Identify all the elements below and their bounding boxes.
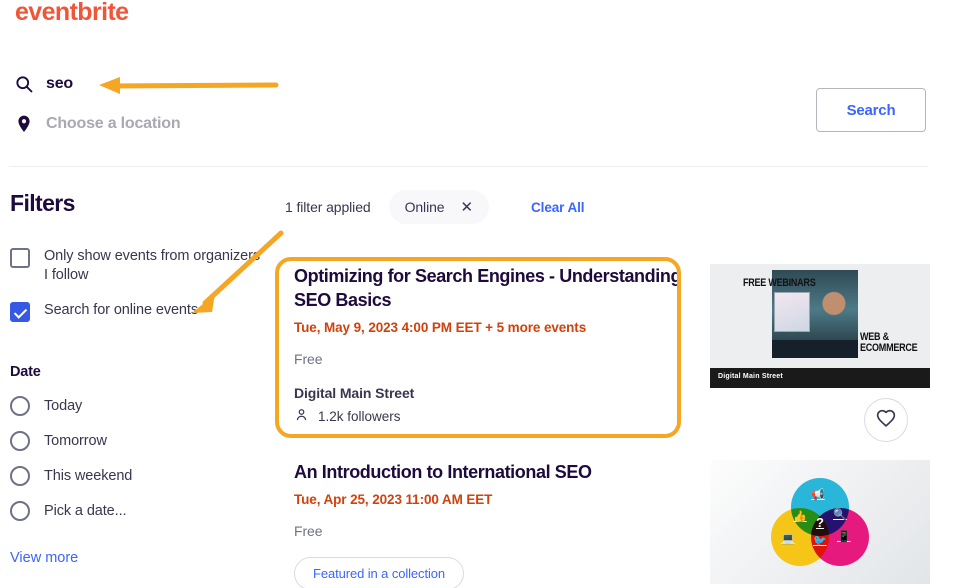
search-button[interactable]: Search xyxy=(816,88,926,132)
thumbs-up-icon: 👍 xyxy=(793,512,807,523)
event-media: 📢 👍 🔍 💻 🐦 📱 ? xyxy=(710,460,930,588)
eventbrite-search-results-page: eventbrite seo Choose a location Search … xyxy=(0,0,967,588)
thumbnail-headline-top: FREE WEBINARS xyxy=(743,278,815,289)
event-title[interactable]: Optimizing for Search Engines - Understa… xyxy=(294,264,685,312)
view-more-link[interactable]: View more xyxy=(10,550,78,566)
search-results: 1 filter applied Online ✕ Clear All Opti… xyxy=(285,190,930,588)
location-input[interactable]: Choose a location xyxy=(46,115,180,133)
event-info: An Introduction to International SEO Tue… xyxy=(285,460,685,588)
radio-button[interactable] xyxy=(10,501,30,521)
event-organizer[interactable]: Digital Main Street xyxy=(294,385,685,401)
checkbox-checked[interactable] xyxy=(10,302,30,322)
megaphone-icon: 📢 xyxy=(811,490,825,501)
header-divider xyxy=(9,166,928,167)
event-card[interactable]: An Introduction to International SEO Tue… xyxy=(285,460,930,588)
radio-button[interactable] xyxy=(10,466,30,486)
filters-title: Filters xyxy=(10,190,260,217)
filter-checkbox-organizers-i-follow[interactable]: Only show events from organizers I follo… xyxy=(10,247,260,285)
event-title[interactable]: An Introduction to International SEO xyxy=(294,460,685,484)
search-bar: seo Choose a location Search xyxy=(0,66,967,164)
applied-filters-bar: 1 filter applied Online ✕ Clear All xyxy=(285,190,930,224)
event-list: Optimizing for Search Engines - Understa… xyxy=(285,264,930,588)
person-icon xyxy=(294,407,309,425)
map-pin-icon xyxy=(14,114,34,134)
filters-sidebar: Filters Only show events from organizers… xyxy=(10,190,260,567)
event-price: Free xyxy=(294,523,685,539)
laptop-icon: 💻 xyxy=(781,534,795,545)
save-event-button[interactable] xyxy=(864,398,908,442)
search-input[interactable]: seo xyxy=(46,75,73,93)
filter-checkbox-online-events[interactable]: Search for online events xyxy=(10,301,260,322)
tablet-icon: 📱 xyxy=(837,532,851,543)
search-query-row[interactable]: seo xyxy=(14,74,73,94)
radio-label: Tomorrow xyxy=(44,433,107,449)
close-icon[interactable]: ✕ xyxy=(460,200,473,215)
event-thumbnail[interactable]: 📢 👍 🔍 💻 🐦 📱 ? xyxy=(710,460,930,584)
event-card[interactable]: Optimizing for Search Engines - Understa… xyxy=(285,264,930,425)
clear-all-link[interactable]: Clear All xyxy=(531,200,584,215)
thumbnail-footer-bar: Digital Main Street xyxy=(710,368,930,388)
event-thumbnail[interactable]: FREE WEBINARS WEB & ECOMMERCE Digital Ma… xyxy=(710,264,930,388)
event-info: Optimizing for Search Engines - Understa… xyxy=(285,264,685,425)
event-badge-featured[interactable]: Featured in a collection xyxy=(294,557,464,588)
checkbox-label: Only show events from organizers I follo… xyxy=(44,247,260,285)
radio-label: Pick a date... xyxy=(44,503,126,519)
checkbox-label: Search for online events xyxy=(44,301,198,320)
date-option-this-weekend[interactable]: This weekend xyxy=(10,466,260,486)
event-media: FREE WEBINARS WEB & ECOMMERCE Digital Ma… xyxy=(710,264,930,425)
filters-applied-count: 1 filter applied xyxy=(285,199,371,215)
eventbrite-logo[interactable]: eventbrite xyxy=(15,0,128,27)
location-row[interactable]: Choose a location xyxy=(14,114,180,134)
bird-icon: 🐦 xyxy=(813,536,827,547)
date-group-title: Date xyxy=(10,364,260,380)
radio-button[interactable] xyxy=(10,396,30,416)
event-price: Free xyxy=(294,351,685,367)
magnifier-icon: 🔍 xyxy=(833,510,847,521)
date-option-today[interactable]: Today xyxy=(10,396,260,416)
radio-label: Today xyxy=(44,398,82,414)
filter-chip-online[interactable]: Online ✕ xyxy=(389,190,489,224)
heart-icon xyxy=(876,409,896,432)
venn-diagram-graphic: 📢 👍 🔍 💻 🐦 📱 ? xyxy=(771,478,869,566)
question-mark-icon: ? xyxy=(816,516,824,529)
event-date: Tue, May 9, 2023 4:00 PM EET + 5 more ev… xyxy=(294,320,685,335)
thumbnail-headline-bottom: WEB & ECOMMERCE xyxy=(860,332,917,354)
date-option-pick-a-date[interactable]: Pick a date... xyxy=(10,501,260,521)
checkbox-unchecked[interactable] xyxy=(10,248,30,268)
chip-label: Online xyxy=(405,199,445,215)
date-option-tomorrow[interactable]: Tomorrow xyxy=(10,431,260,451)
search-icon xyxy=(14,74,34,94)
thumbnail-footer-text: Digital Main Street xyxy=(718,373,783,380)
radio-button[interactable] xyxy=(10,431,30,451)
event-date: Tue, Apr 25, 2023 11:00 AM EET xyxy=(294,492,685,507)
followers-count: 1.2k followers xyxy=(318,409,401,424)
event-followers: 1.2k followers xyxy=(294,407,685,425)
radio-label: This weekend xyxy=(44,468,132,484)
